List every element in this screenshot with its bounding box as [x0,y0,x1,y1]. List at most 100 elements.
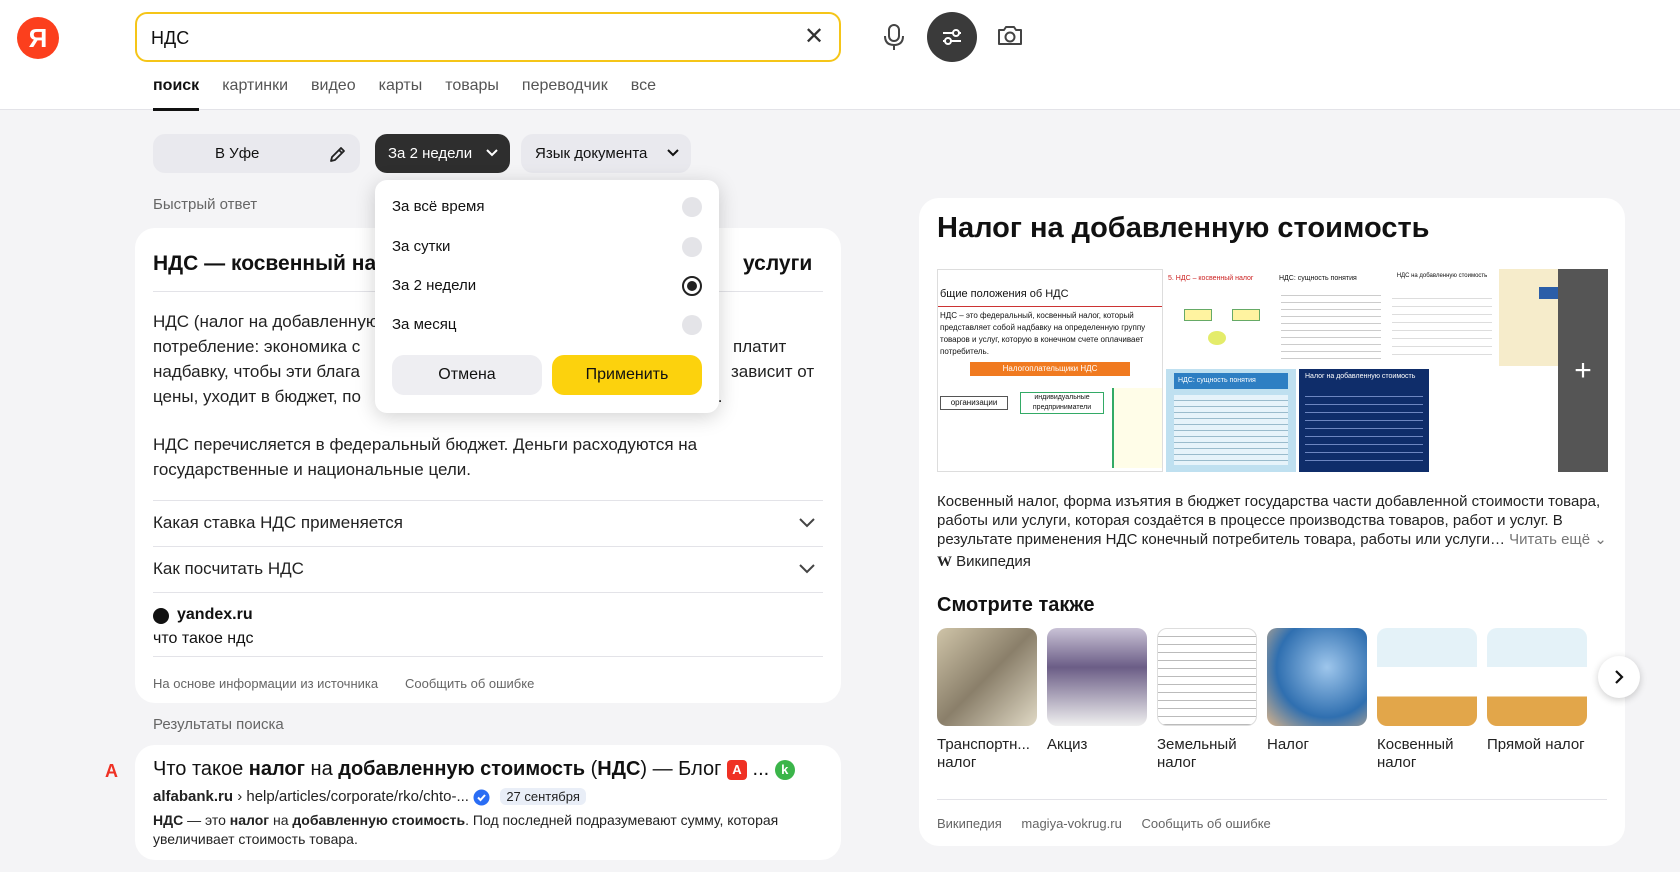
option-two-weeks[interactable]: За 2 недели [392,272,702,300]
clear-search-icon[interactable]: ✕ [803,25,825,49]
gallery-image-text: НДС: сущность понятия [1174,373,1288,389]
gallery-image-text: НДС на добавленную стоимость [1396,273,1488,279]
answer-line: НДС перечисляется в федеральный бюджет. … [153,435,698,454]
quick-answer-title-start: НДС — косвенный налог [153,252,411,275]
source-link-magiya[interactable]: magiya-vokrug.ru [1021,816,1121,831]
option-label: За сутки [392,238,451,255]
see-also-image [1047,628,1147,726]
search-box[interactable]: ✕ [135,12,841,62]
time-filter-label: За 2 недели [388,145,473,162]
answer-line: платит [733,337,787,356]
gallery-image-text: НДС: сущность понятия [1279,275,1357,282]
gallery-image-decor [1392,291,1492,359]
radio-button[interactable] [682,237,702,257]
option-all-time[interactable]: За всё время [392,193,702,221]
result-title-link[interactable]: Что такое налог на добавленную стоимость… [153,758,795,781]
option-day[interactable]: За сутки [392,233,702,261]
gallery-image[interactable]: Налог на добавленную стоимость [1299,369,1429,472]
accordion-label: Какая ставка НДС применяется [153,513,403,532]
option-month[interactable]: За месяц [392,311,702,339]
gallery-image[interactable]: 5. НДС – косвенный налог [1166,269,1274,366]
title-part: на [304,758,339,780]
answer-paragraph-2: НДС перечисляется в федеральный бюджет. … [153,432,823,482]
chevron-down-icon [799,564,815,574]
title-part: ( [585,758,598,780]
answer-line: цены, уходит в бюджет, по [153,387,361,406]
tab-search[interactable]: поиск [153,77,200,111]
knowledge-panel: Налог на добавленную стоимость бщие поло… [919,198,1640,846]
quick-answer-title-end: услуги [743,252,813,275]
tab-products[interactable]: товары [445,77,499,101]
verified-shield-icon: k [774,759,795,780]
source-domain[interactable]: yandex.ru [153,606,253,624]
tab-translator[interactable]: переводчик [522,77,608,101]
tab-video[interactable]: видео [311,77,356,101]
see-also-label: Акциз [1047,736,1088,753]
result-path: › help/articles/corporate/rko/chto-... [233,788,469,805]
radio-button-selected[interactable] [682,276,702,296]
result-domain[interactable]: alfabank.ru [153,788,233,805]
more-images-plus-icon[interactable]: + [1558,269,1608,472]
tab-maps[interactable]: карты [379,77,423,101]
pencil-icon[interactable] [328,144,348,164]
gallery-image[interactable]: бщие положения об НДС НДС – это федераль… [937,269,1163,472]
result-date: 27 сентября [500,788,586,805]
language-filter-label: Язык документа [535,145,648,162]
alfabank-favicon-icon: А [105,761,118,781]
header: Я ✕ поиск картинки видео карты товары пе… [0,0,1680,111]
camera-icon[interactable] [995,20,1025,50]
chevron-down-icon [667,149,679,157]
tab-images[interactable]: картинки [222,77,288,101]
results-label: Результаты поиска [153,716,284,733]
language-filter[interactable]: Язык документа [521,134,691,173]
tab-all[interactable]: все [631,77,656,101]
read-more-link[interactable]: Читать ещё [1509,531,1590,548]
cancel-button[interactable]: Отмена [392,355,542,395]
knowledge-panel-footer: Википедия magiya-vokrug.ru Сообщить об о… [937,816,1271,831]
report-error-link[interactable]: Сообщить об ошибке [1141,816,1270,831]
location-filter-label: В Уфе [215,145,260,162]
answer-line: НДС (налог на добавленную [153,312,379,331]
accordion-calc-vat[interactable]: Как посчитать НДС [153,546,823,591]
microphone-icon[interactable] [880,22,908,52]
see-also-label: Налог [1267,736,1309,753]
search-filters-button[interactable] [927,12,977,62]
location-filter[interactable]: В Уфе [153,134,360,173]
bank-badge-icon: А [726,759,747,780]
report-error-link[interactable]: Сообщить об ошибке [405,676,534,691]
answer-line: надбавку, чтобы эти блага [153,362,360,381]
gallery-image-text: 5. НДС – косвенный налог [1168,275,1254,282]
apply-button[interactable]: Применить [552,355,702,395]
time-filter[interactable]: За 2 недели [375,134,510,173]
wikipedia-link[interactable]: W Википедия [937,553,1031,571]
yandex-logo[interactable]: Я [17,17,59,59]
chevron-down-icon [486,149,498,157]
accordion-label: Как посчитать НДС [153,559,304,578]
title-part: ) — Блог [640,758,722,780]
gallery-image-decor [1281,289,1381,359]
source-link-wikipedia[interactable]: Википедия [937,816,1002,831]
search-input[interactable] [151,26,751,50]
see-also-image [1487,628,1587,726]
verified-check-icon [473,789,490,806]
gallery-image-text: НДС – это федеральный, косвенный налог, … [940,311,1146,356]
radio-button[interactable] [682,315,702,335]
gallery-image[interactable]: НДС на добавленную стоимость [1388,269,1496,366]
divider [937,799,1607,800]
see-also-label: Земельный налог [1157,736,1237,771]
gallery-image[interactable]: НДС: сущность понятия [1277,269,1385,366]
radio-button[interactable] [682,197,702,217]
snippet-part: на [269,812,293,828]
carousel-next-button[interactable] [1598,656,1640,698]
snippet-part: — это [183,812,230,828]
search-result: А Что такое налог на добавленную стоимос… [105,745,841,860]
see-also-label: Транспортн... налог [937,736,1030,771]
gallery-image[interactable]: НДС: сущность понятия [1166,369,1296,472]
divider [938,306,1162,307]
title-part: налог [248,758,305,780]
result-snippet: НДС — это налог на добавленную стоимость… [153,811,813,849]
knowledge-panel-title: Налог на добавленную стоимость [937,212,1430,244]
result-url[interactable]: alfabank.ru › help/articles/corporate/rk… [153,788,586,806]
accordion-vat-rate[interactable]: Какая ставка НДС применяется [153,500,823,545]
source-query[interactable]: что такое ндс [153,630,253,648]
